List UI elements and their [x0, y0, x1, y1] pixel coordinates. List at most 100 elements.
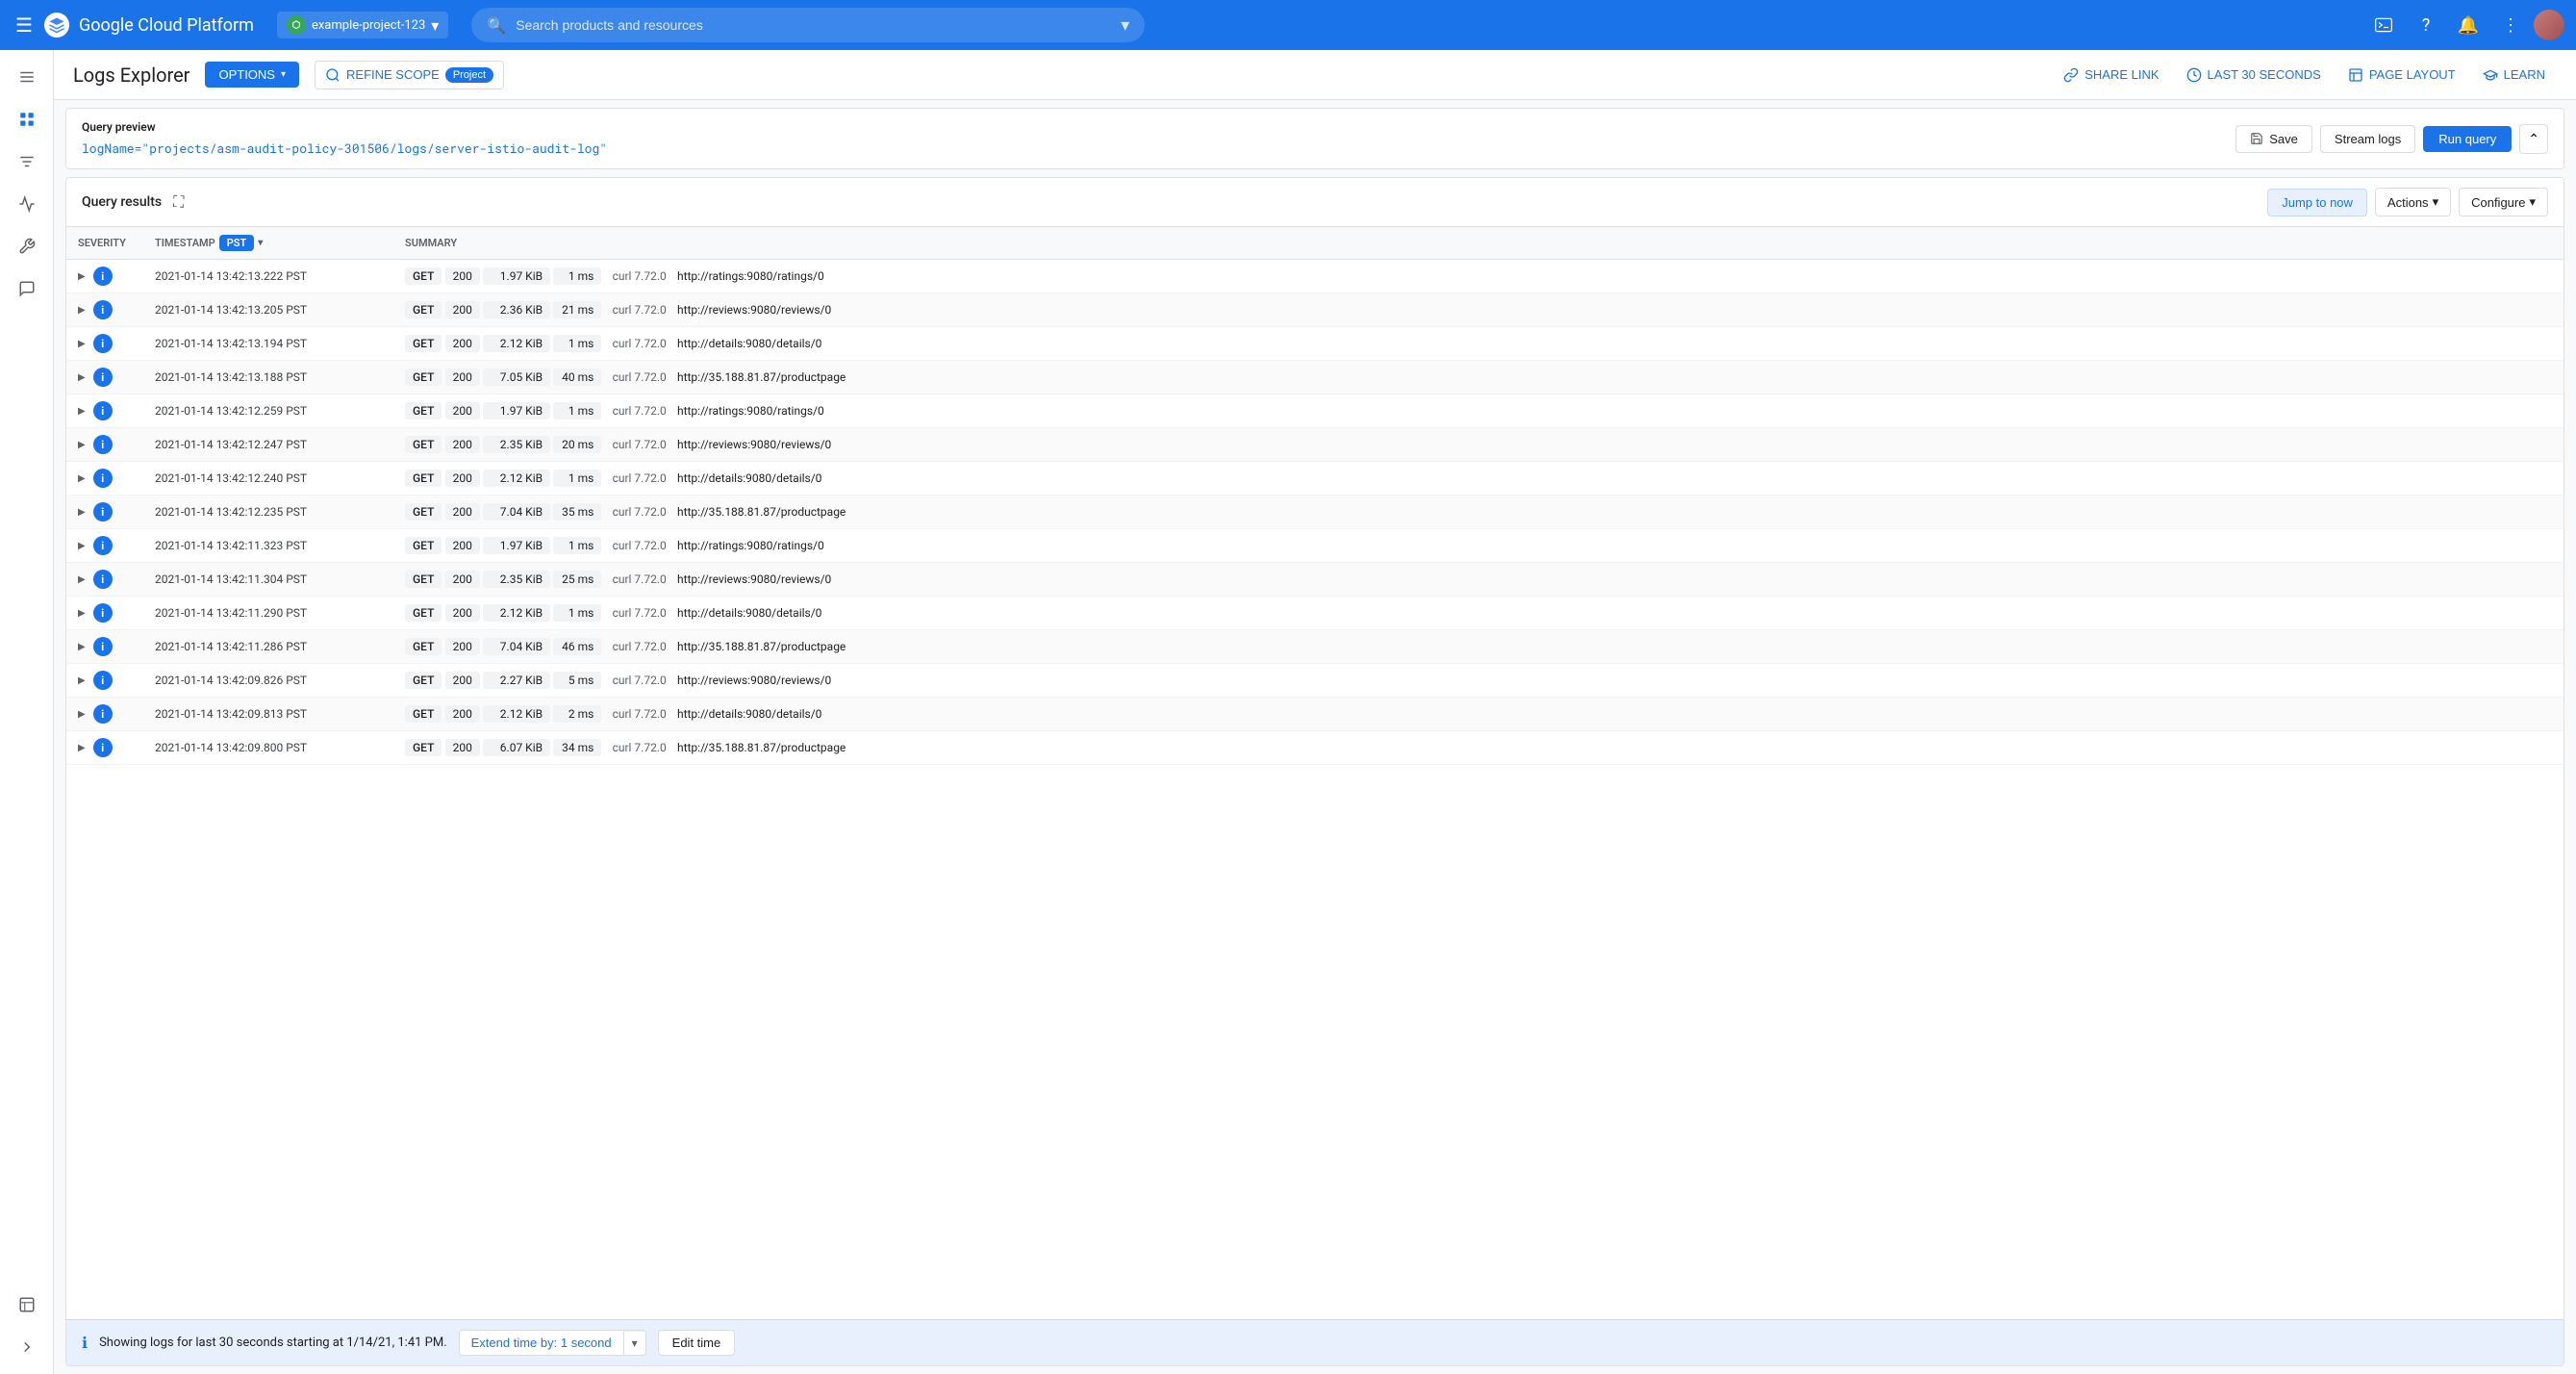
severity-cell: ▶ i — [66, 260, 143, 293]
sidebar-item-filter[interactable] — [8, 142, 46, 181]
row-expand-icon[interactable]: ▶ — [78, 406, 86, 417]
size-badge: 2.27 KiB — [483, 672, 550, 689]
table-row: ▶ i 2021-01-14 13:42:12.240 PST GET 200 … — [66, 462, 2563, 496]
search-icon: 🔍 — [487, 16, 506, 35]
sidebar-item-logs[interactable] — [8, 100, 46, 139]
sidebar-item-menu[interactable] — [8, 58, 46, 96]
url-text: http://ratings:9080/ratings/0 — [677, 539, 824, 552]
severity-info-icon[interactable]: i — [93, 300, 113, 319]
jump-to-now-button[interactable]: Jump to now — [2267, 189, 2367, 216]
page-title: Logs Explorer — [73, 64, 189, 87]
page-layout-button[interactable]: PAGE LAYOUT — [2336, 62, 2467, 89]
row-expand-icon[interactable]: ▶ — [78, 675, 86, 686]
agent-text: curl 7.72.0 — [613, 741, 667, 754]
method-badge: GET — [405, 267, 442, 285]
severity-info-icon[interactable]: i — [93, 570, 113, 589]
project-selector[interactable]: ⬡ example-project-123 ▾ — [277, 12, 448, 38]
severity-info-icon[interactable]: i — [93, 603, 113, 623]
expand-results-icon[interactable]: ⛶ — [173, 192, 184, 212]
row-expand-icon[interactable]: ▶ — [78, 743, 86, 753]
size-badge: 2.12 KiB — [483, 335, 550, 352]
agent-text: curl 7.72.0 — [613, 707, 667, 721]
save-button[interactable]: Save — [2235, 125, 2312, 153]
sidebar-item-chart[interactable] — [8, 185, 46, 223]
time-badge: 35 ms — [553, 503, 601, 521]
row-expand-icon[interactable]: ▶ — [78, 709, 86, 720]
options-button[interactable]: OPTIONS ▾ — [205, 62, 299, 88]
refine-icon — [325, 67, 341, 83]
row-expand-icon[interactable]: ▶ — [78, 440, 86, 450]
agent-text: curl 7.72.0 — [613, 674, 667, 687]
configure-button[interactable]: Configure ▾ — [2459, 188, 2548, 216]
timezone-badge[interactable]: PST — [219, 235, 255, 251]
sidebar-item-notes[interactable] — [8, 269, 46, 308]
severity-info-icon[interactable]: i — [93, 536, 113, 555]
timestamp-cell: 2021-01-14 13:42:12.235 PST — [143, 496, 393, 529]
avatar[interactable] — [2534, 10, 2564, 40]
row-expand-icon[interactable]: ▶ — [78, 305, 86, 316]
severity-cell: ▶ i — [66, 462, 143, 496]
status-badge: 200 — [445, 604, 480, 622]
severity-info-icon[interactable]: i — [93, 368, 113, 387]
col-severity: SEVERITY — [66, 227, 143, 260]
time-badge: 34 ms — [553, 739, 601, 756]
time-badge: 40 ms — [553, 369, 601, 386]
row-expand-icon[interactable]: ▶ — [78, 271, 86, 282]
extend-time-main[interactable]: Extend time by: 1 second — [460, 1331, 623, 1355]
cloud-shell-icon[interactable] — [2364, 6, 2403, 44]
row-expand-icon[interactable]: ▶ — [78, 541, 86, 551]
row-expand-icon[interactable]: ▶ — [78, 642, 86, 652]
status-badge: 200 — [445, 503, 480, 521]
severity-info-icon[interactable]: i — [93, 334, 113, 353]
query-preview-label: Query preview — [82, 120, 607, 134]
sidebar-item-expand[interactable] — [8, 1328, 46, 1366]
more-options-icon[interactable]: ⋮ — [2491, 6, 2530, 44]
status-badge: 200 — [445, 369, 480, 386]
actions-button[interactable]: Actions ▾ — [2375, 188, 2451, 216]
extend-time-button[interactable]: Extend time by: 1 second ▾ — [459, 1330, 646, 1356]
severity-info-icon[interactable]: i — [93, 435, 113, 454]
timestamp-cell: 2021-01-14 13:42:12.247 PST — [143, 428, 393, 462]
severity-info-icon[interactable]: i — [93, 401, 113, 420]
row-expand-icon[interactable]: ▶ — [78, 339, 86, 349]
share-link-button[interactable]: SHARE LINK — [2052, 62, 2170, 89]
row-expand-icon[interactable]: ▶ — [78, 473, 86, 484]
extend-time-arrow-icon[interactable]: ▾ — [623, 1332, 645, 1355]
row-expand-icon[interactable]: ▶ — [78, 372, 86, 383]
run-query-button[interactable]: Run query — [2423, 126, 2512, 152]
query-row: Query preview logName="projects/asm-audi… — [82, 120, 2548, 157]
row-expand-icon[interactable]: ▶ — [78, 574, 86, 585]
summary-cell: GET 200 1.97 KiB 1 ms curl 7.72.0 http:/… — [393, 260, 2563, 293]
table-row: ▶ i 2021-01-14 13:42:09.800 PST GET 200 … — [66, 731, 2563, 765]
last-time-button[interactable]: LAST 30 SECONDS — [2175, 62, 2333, 89]
search-input[interactable] — [516, 17, 1111, 33]
url-text: http://ratings:9080/ratings/0 — [677, 269, 824, 283]
timestamp-cell: 2021-01-14 13:42:13.194 PST — [143, 327, 393, 361]
severity-info-icon[interactable]: i — [93, 267, 113, 286]
method-badge: GET — [405, 335, 442, 352]
severity-info-icon[interactable]: i — [93, 671, 113, 690]
hamburger-icon[interactable]: ☰ — [12, 10, 37, 40]
severity-info-icon[interactable]: i — [93, 637, 113, 656]
search-bar[interactable]: 🔍 ▾ — [471, 8, 1145, 42]
severity-info-icon[interactable]: i — [93, 704, 113, 724]
row-expand-icon[interactable]: ▶ — [78, 608, 86, 619]
size-badge: 6.07 KiB — [483, 739, 550, 756]
row-expand-icon[interactable]: ▶ — [78, 507, 86, 518]
help-icon[interactable]: ? — [2407, 6, 2445, 44]
timestamp-cell: 2021-01-14 13:42:11.304 PST — [143, 563, 393, 597]
severity-info-icon[interactable]: i — [93, 738, 113, 757]
severity-info-icon[interactable]: i — [93, 502, 113, 522]
refine-scope-button[interactable]: REFINE SCOPE Project — [315, 61, 504, 89]
sidebar-item-tools[interactable] — [8, 227, 46, 266]
method-badge: GET — [405, 672, 442, 689]
timestamp-cell: 2021-01-14 13:42:13.188 PST — [143, 361, 393, 394]
stream-logs-button[interactable]: Stream logs — [2320, 125, 2415, 153]
learn-button[interactable]: LEARN — [2471, 62, 2557, 89]
bottom-info-text: Showing logs for last 30 seconds startin… — [99, 1336, 447, 1350]
query-expand-button[interactable]: ⌃ — [2519, 124, 2548, 154]
edit-time-button[interactable]: Edit time — [658, 1330, 736, 1356]
notifications-icon[interactable]: 🔔 — [2449, 6, 2488, 44]
sidebar-item-history[interactable] — [8, 1285, 46, 1324]
severity-info-icon[interactable]: i — [93, 469, 113, 488]
